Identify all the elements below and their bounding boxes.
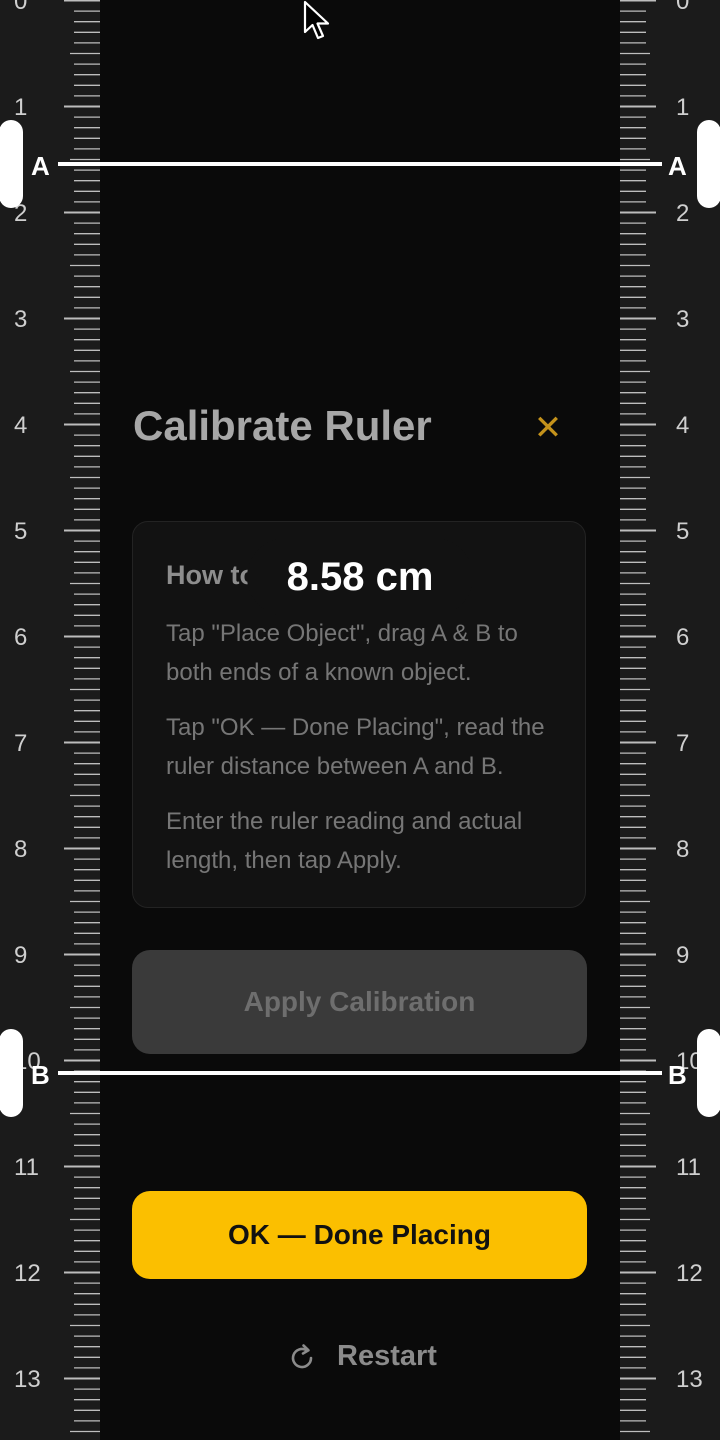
calibration-screen: 0 1 2 3 4 5 6 7 8 9 10 11 12 13 0 1 2 3 4 5 6 7 8 9 10 11 12 13 A … bbox=[0, 0, 720, 1440]
apply-calibration-button[interactable]: Apply Calibration bbox=[132, 950, 587, 1054]
ruler-number: 9 bbox=[676, 942, 689, 969]
ruler-number: 3 bbox=[14, 306, 27, 333]
ruler-number: 0 bbox=[14, 0, 27, 15]
restart-button[interactable]: Restart bbox=[282, 1332, 442, 1382]
ruler-number: 11 bbox=[14, 1154, 39, 1181]
marker-b-label-left: B bbox=[31, 1060, 50, 1090]
ruler-number: 5 bbox=[676, 518, 689, 545]
marker-b-label-right: B bbox=[668, 1060, 687, 1090]
done-placing-button[interactable]: OK — Done Placing bbox=[132, 1191, 587, 1279]
measurement-readout: 8.58 cm bbox=[247, 538, 473, 616]
ruler-right-scale: 012345678910111213 bbox=[620, 0, 703, 1433]
ruler-number: 3 bbox=[676, 306, 689, 333]
ruler-number: 5 bbox=[14, 518, 27, 545]
marker-b-left-handle[interactable] bbox=[0, 1029, 23, 1117]
ruler-right: 0 1 2 3 4 5 6 7 8 9 10 11 12 13 bbox=[620, 0, 720, 1440]
marker-a-label-left: A bbox=[31, 151, 50, 181]
refresh-icon bbox=[291, 1344, 313, 1369]
marker-b-right-handle[interactable] bbox=[697, 1029, 720, 1117]
restart-label: Restart bbox=[337, 1340, 437, 1372]
ruler-left-scale: 012345678910111213 bbox=[14, 0, 100, 1433]
ruler-number: 0 bbox=[676, 0, 689, 15]
ruler-number: 8 bbox=[676, 836, 689, 863]
ruler-number: 1 bbox=[14, 94, 27, 121]
ruler-number: 12 bbox=[676, 1260, 703, 1287]
ruler-number: 1 bbox=[676, 94, 689, 121]
marker-a-left-handle[interactable] bbox=[0, 120, 23, 208]
marker-a-line[interactable] bbox=[58, 162, 662, 166]
instruction-step: Enter the ruler reading and actual lengt… bbox=[166, 808, 523, 874]
ruler-number: 13 bbox=[14, 1366, 41, 1393]
dialog-title: Calibrate Ruler bbox=[133, 402, 432, 449]
marker-b-line[interactable] bbox=[58, 1071, 662, 1075]
ruler-number: 4 bbox=[14, 412, 27, 439]
mouse-pointer-icon bbox=[303, 0, 330, 40]
ruler-left: 0 1 2 3 4 5 6 7 8 9 10 11 12 13 bbox=[0, 0, 100, 1440]
ruler-number: 6 bbox=[676, 624, 689, 651]
ruler-number: 9 bbox=[14, 942, 27, 969]
instruction-step: Tap "Place Object", drag A & B to both e… bbox=[166, 620, 518, 686]
ruler-number: 8 bbox=[14, 836, 27, 863]
marker-a-label-right: A bbox=[668, 151, 687, 181]
ruler-number: 7 bbox=[14, 730, 27, 757]
instruction-step: Tap "OK — Done Placing", read the ruler … bbox=[166, 714, 545, 780]
ruler-number: 4 bbox=[676, 412, 689, 439]
ruler-number: 2 bbox=[676, 200, 689, 227]
marker-a-right-handle[interactable] bbox=[697, 120, 720, 208]
close-button[interactable]: ✕ bbox=[528, 408, 568, 448]
close-x-icon: ✕ bbox=[533, 409, 563, 447]
ruler-number: 7 bbox=[676, 730, 689, 757]
ruler-number: 6 bbox=[14, 624, 27, 651]
ruler-number: 13 bbox=[676, 1366, 703, 1393]
ruler-number: 11 bbox=[676, 1154, 701, 1181]
ruler-number: 12 bbox=[14, 1260, 41, 1287]
